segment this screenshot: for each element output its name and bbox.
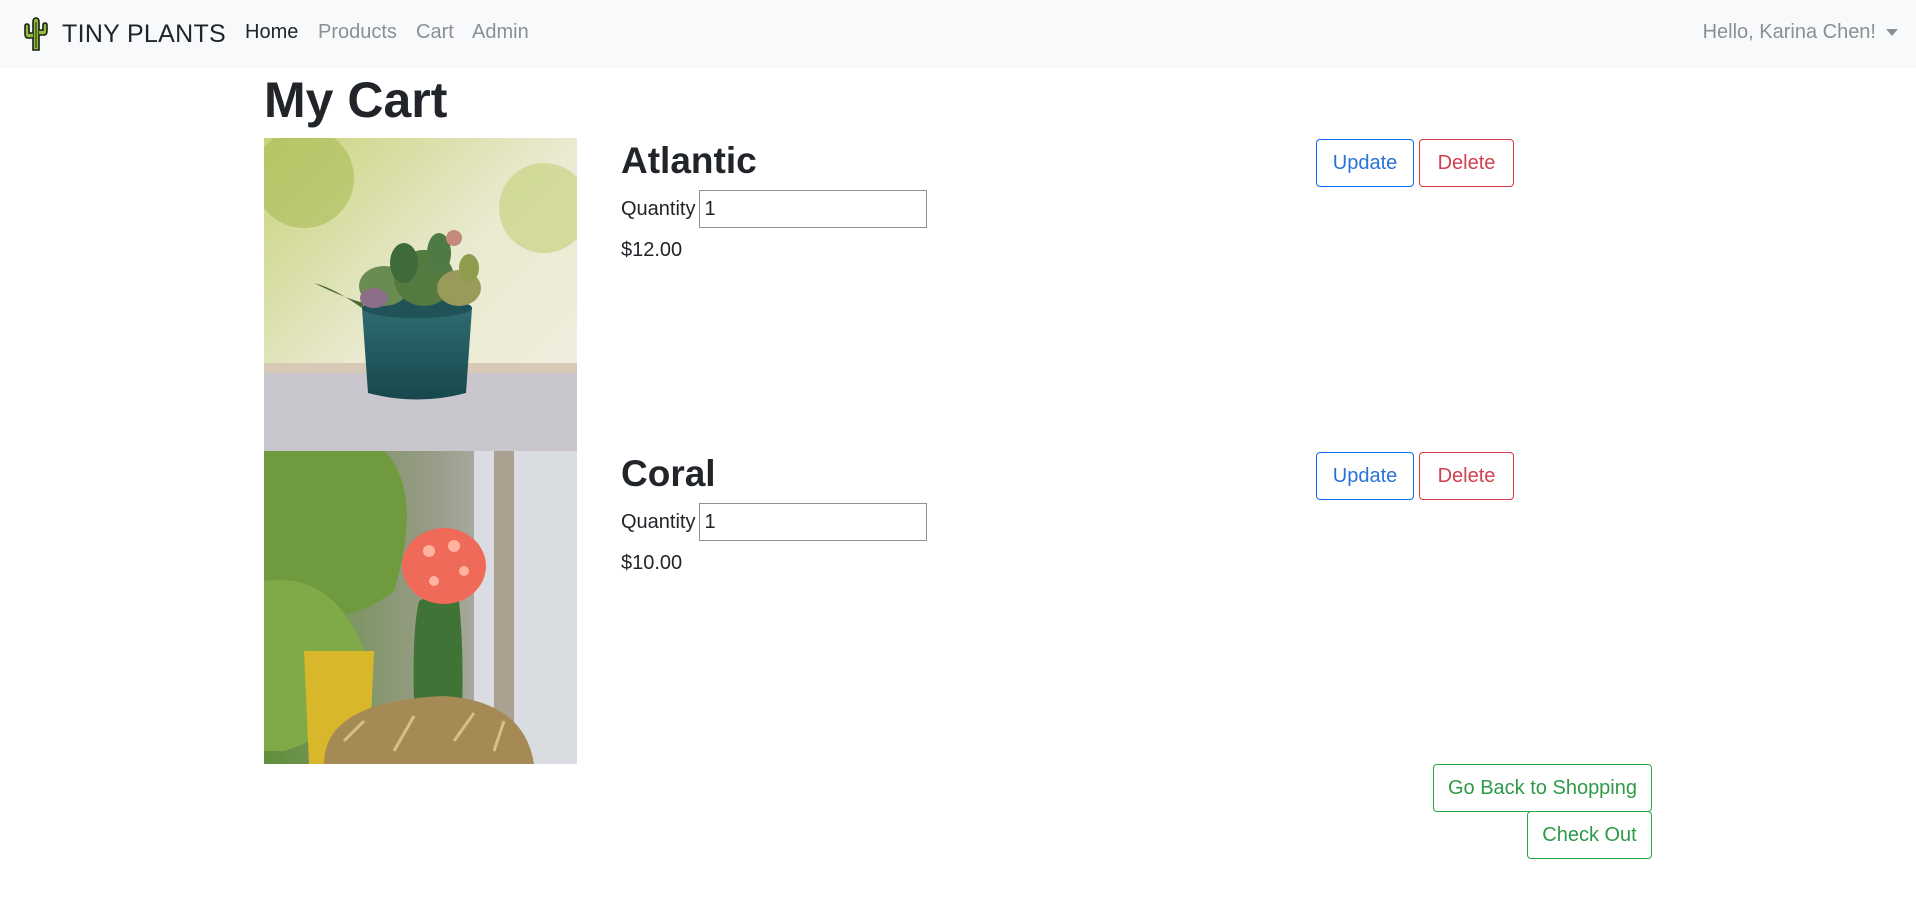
user-greeting: Hello, Karina Chen!	[1702, 21, 1876, 43]
chevron-down-icon	[1886, 29, 1898, 36]
update-button[interactable]: Update	[1316, 452, 1414, 500]
page-title: My Cart	[264, 72, 448, 128]
navbar: TINY PLANTS Home Products Cart Admin Hel…	[0, 0, 1916, 68]
delete-button[interactable]: Delete	[1419, 452, 1514, 500]
cart-item: Atlantic Quantity $12.00 Update Delete	[264, 138, 1514, 451]
item-name: Atlantic	[621, 140, 757, 181]
product-image-coral	[264, 451, 577, 764]
nav-link-products[interactable]: Products	[318, 21, 397, 44]
cactus-icon	[20, 16, 52, 52]
go-back-to-shopping-button[interactable]: Go Back to Shopping	[1433, 764, 1652, 812]
user-menu-dropdown[interactable]: Hello, Karina Chen!	[1703, 21, 1898, 44]
item-name: Coral	[621, 453, 716, 494]
nav-link-home[interactable]: Home	[245, 21, 298, 44]
product-image-atlantic	[264, 138, 577, 451]
nav-link-admin[interactable]: Admin	[472, 21, 529, 44]
quantity-input[interactable]	[699, 503, 928, 541]
cart-item: Coral Quantity $10.00 Update Delete	[264, 451, 1514, 764]
quantity-label: Quantity	[621, 510, 696, 533]
item-price: $12.00	[621, 239, 683, 261]
delete-button[interactable]: Delete	[1419, 139, 1514, 187]
update-button[interactable]: Update	[1316, 139, 1414, 187]
item-price: $10.00	[621, 552, 683, 574]
check-out-button[interactable]: Check Out	[1527, 811, 1652, 859]
brand[interactable]: TINY PLANTS	[20, 14, 226, 54]
quantity-input[interactable]	[699, 190, 928, 228]
nav-link-cart[interactable]: Cart	[416, 21, 454, 44]
quantity-row: Quantity	[621, 503, 928, 541]
quantity-label: Quantity	[621, 197, 696, 220]
brand-name: TINY PLANTS	[62, 19, 226, 48]
quantity-row: Quantity	[621, 190, 928, 228]
